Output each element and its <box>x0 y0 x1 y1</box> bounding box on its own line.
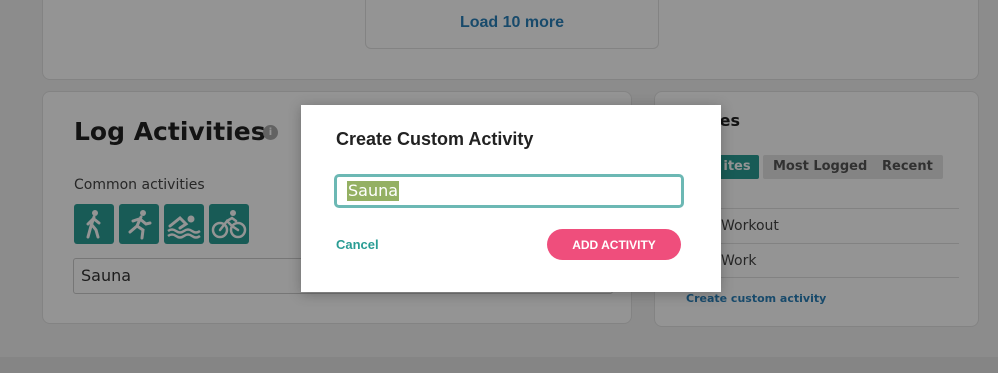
add-activity-button[interactable]: ADD ACTIVITY <box>547 229 681 260</box>
dialog-title: Create Custom Activity <box>336 129 534 149</box>
create-custom-activity-dialog: Create Custom Activity Sauna Cancel ADD … <box>301 105 721 292</box>
cancel-button[interactable]: Cancel <box>336 237 379 252</box>
custom-activity-name-input[interactable] <box>334 174 684 208</box>
